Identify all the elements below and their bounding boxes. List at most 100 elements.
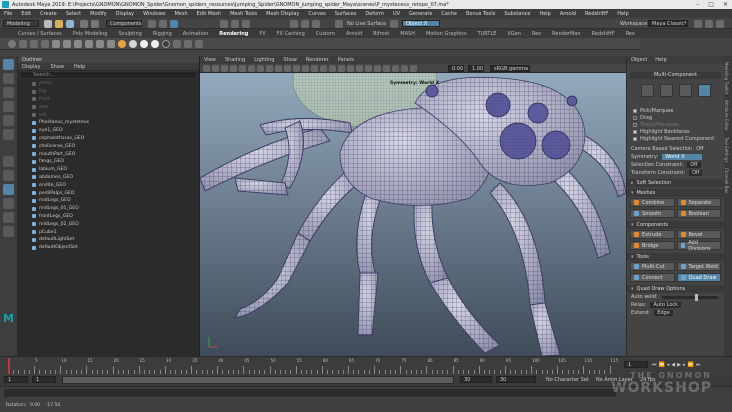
go-to-end-icon[interactable]: ⏭ [696, 362, 701, 368]
extrude-button[interactable]: Extrude [630, 230, 675, 239]
range-bar[interactable] [62, 376, 454, 384]
checkbox-icon[interactable] [633, 122, 637, 127]
image-plane-icon[interactable] [230, 65, 237, 72]
gamma-field[interactable]: 1.00 [468, 65, 484, 72]
shelf-tab-motion-graphics[interactable]: Motion Graphics [426, 31, 467, 37]
side-tab-attribute-editor[interactable]: Attribute Editor [724, 100, 729, 131]
textured-icon[interactable] [329, 65, 336, 72]
outliner-item[interactable]: Pholdaeus_mysteteus [18, 119, 199, 127]
snap-point-icon[interactable] [242, 20, 250, 28]
layered-shader-icon[interactable] [173, 39, 181, 48]
checkbox-checked-icon[interactable] [633, 108, 637, 113]
select-camera-icon[interactable] [203, 65, 210, 72]
hypershade-icon[interactable] [118, 39, 126, 48]
rotate-tool-icon[interactable] [3, 115, 14, 126]
playback-end-field[interactable]: 30 [460, 376, 492, 383]
outliner-item[interactable]: eye1_GEO [18, 127, 199, 135]
viewport-3d[interactable]: Symmetry: World X [200, 73, 626, 356]
light-editor-icon[interactable] [195, 39, 203, 48]
menu-create[interactable]: Create [40, 11, 57, 17]
hypershade-layout-icon[interactable] [3, 226, 14, 237]
extend-dropdown[interactable]: Edge [654, 310, 673, 316]
workspace-dropdown[interactable]: Maya Classic* [648, 20, 688, 27]
isolate-select-icon[interactable] [383, 65, 390, 72]
scale-tool-icon[interactable] [3, 129, 14, 140]
add-divisions-button[interactable]: Add Divisions [676, 240, 721, 252]
target-weld-button[interactable]: Target Weld [676, 262, 721, 271]
outliner-search-input[interactable]: Search... [20, 71, 197, 79]
shelf-tab-renderman[interactable]: RenderMan [552, 31, 580, 37]
shelf-tab-bifrost[interactable]: Bifrost [373, 31, 389, 37]
mtk-option[interactable]: Tweak/Marquee [627, 121, 724, 128]
undo-icon[interactable] [80, 20, 88, 28]
menu-help-2[interactable]: Help [617, 11, 628, 17]
anti-alias-icon[interactable] [374, 65, 381, 72]
single-view-icon[interactable] [3, 156, 14, 167]
object-mode-icon[interactable] [640, 83, 654, 97]
toggle-sidebar-icon[interactable] [716, 20, 724, 28]
menu-uv[interactable]: UV [393, 11, 400, 17]
quad-draw-options-section[interactable]: ▾ Quad Draw Options [627, 285, 724, 293]
step-forward-key-icon[interactable]: ⏩ [688, 362, 694, 368]
outliner-item[interactable]: side [18, 103, 199, 111]
menu-display[interactable]: Display [116, 11, 134, 17]
select-tool-icon[interactable] [3, 59, 14, 70]
shelf-tab-xgen[interactable]: XGen [507, 31, 521, 37]
ambient-light-icon[interactable] [107, 39, 115, 48]
auto-weld-slider-handle[interactable] [695, 293, 699, 301]
play-forward-icon[interactable]: ▶ [677, 362, 681, 368]
field-chart-icon[interactable] [275, 65, 282, 72]
edge-mode-icon[interactable] [678, 83, 692, 97]
grid-icon[interactable] [239, 65, 246, 72]
ipr-icon[interactable] [41, 39, 49, 48]
select-by-hierarchy-icon[interactable] [148, 20, 156, 28]
animation-end-field[interactable]: 30 [496, 376, 536, 383]
menu-generate[interactable]: Generate [409, 11, 432, 17]
menu-edit[interactable]: Edit [21, 11, 31, 17]
open-scene-icon[interactable] [55, 20, 63, 28]
vertex-mode-icon[interactable] [659, 83, 673, 97]
menu-curves[interactable]: Curves [308, 11, 325, 17]
surface-shader-icon[interactable] [162, 39, 170, 48]
shelf-tab-animation[interactable]: Animation [183, 31, 209, 37]
playback-start-field[interactable]: 1 [32, 376, 56, 383]
outliner-menu-show[interactable]: Show [50, 64, 64, 70]
safe-action-icon[interactable] [284, 65, 291, 72]
outliner-item[interactable]: midLegs_02_GEO [18, 220, 199, 228]
select-by-component-icon[interactable] [170, 20, 178, 28]
render-icon[interactable] [290, 20, 298, 28]
outliner-item[interactable]: fangs_GEO [18, 158, 199, 166]
shelf-tab-rendering[interactable]: Rendering [219, 31, 248, 37]
outliner-menu-help[interactable]: Help [74, 64, 85, 70]
select-by-object-icon[interactable] [159, 20, 167, 28]
shelf-tab-redshift[interactable]: RedshiftF [592, 31, 615, 37]
multi-cut-button[interactable]: Multi-Cut [630, 262, 675, 271]
vp-menu-renderer[interactable]: Renderer [306, 57, 329, 63]
directional-light-icon[interactable] [63, 39, 71, 48]
menu-help[interactable]: Help [539, 11, 550, 17]
outliner-item[interactable]: cephalothorax_GEO [18, 135, 199, 143]
selection-constraint-dropdown[interactable]: Off [687, 162, 701, 168]
tools-section[interactable]: ▾ Tools [627, 253, 724, 261]
outliner-item[interactable]: endite_GEO [18, 181, 199, 189]
outliner-menu-display[interactable]: Display [22, 64, 40, 70]
menu-file[interactable]: File [4, 11, 12, 17]
ipr-render-icon[interactable] [301, 20, 309, 28]
mtk-option[interactable]: Highlight Backfaces [627, 128, 724, 135]
outliner-item[interactable]: labium_GEO [18, 166, 199, 174]
backface-culling-icon[interactable] [410, 65, 417, 72]
blinn-material-icon[interactable] [129, 39, 137, 48]
render-view-icon[interactable] [19, 39, 27, 48]
transform-constraint-dropdown[interactable]: Off [689, 170, 703, 176]
point-light-icon[interactable] [85, 39, 93, 48]
shelf-tab-poly-modeling[interactable]: Poly Modeling [73, 31, 108, 37]
shelf-tab-rigging[interactable]: Rigging [153, 31, 172, 37]
persp-outliner-icon[interactable] [3, 184, 14, 195]
checkbox-icon[interactable] [633, 115, 637, 120]
step-back-key-icon[interactable]: ⏪ [659, 362, 665, 368]
side-tab-modeling-toolkit[interactable]: Modeling Toolkit [724, 62, 729, 94]
mtk-menu-help[interactable]: Help [655, 57, 666, 63]
camera-attributes-icon[interactable] [212, 65, 219, 72]
save-scene-icon[interactable] [66, 20, 74, 28]
vp-menu-lighting[interactable]: Lighting [254, 57, 274, 63]
